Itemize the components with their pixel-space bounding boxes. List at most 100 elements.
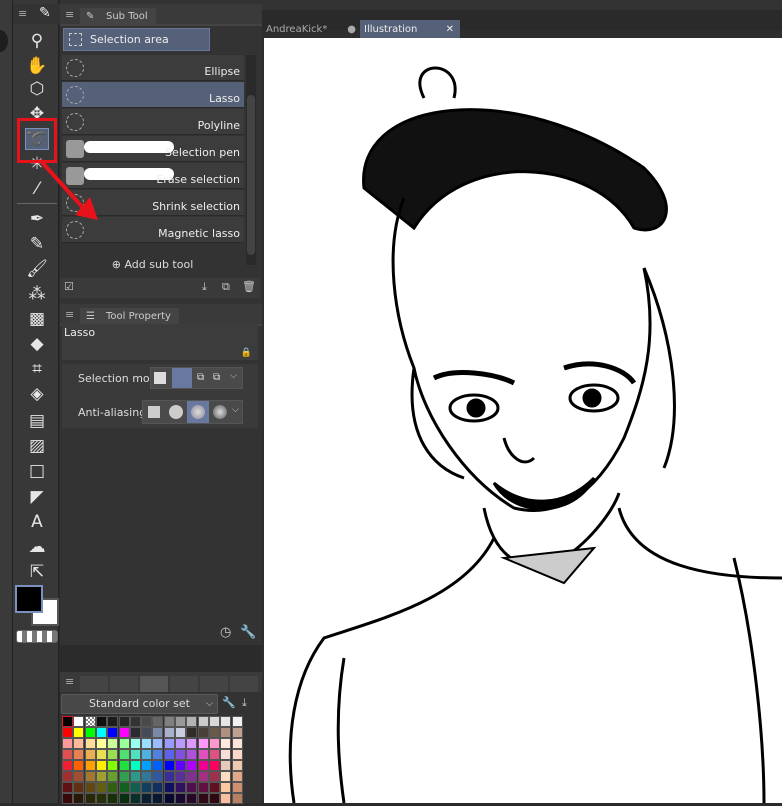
color-swatch[interactable] [175,793,186,804]
color-swatch[interactable] [141,727,153,738]
correct-line-icon[interactable]: ⇱ [25,561,49,583]
color-swatch[interactable] [152,738,164,749]
color-swatch[interactable] [186,782,198,793]
color-swatch[interactable] [118,727,130,738]
color-swatch[interactable] [107,727,119,738]
color-swatch[interactable] [62,738,73,749]
color-swatch[interactable] [220,793,232,804]
color-swatch[interactable] [231,760,243,771]
sub-tool-item[interactable]: Polyline [62,109,244,135]
sub-tool-group-selection-area[interactable]: Selection area [63,28,210,51]
color-swatch[interactable] [84,771,96,782]
color-swatch[interactable] [175,749,186,760]
color-swatch[interactable] [175,727,186,738]
color-swatch[interactable] [129,771,141,782]
aa-medium-icon[interactable] [187,401,209,423]
tab-sub-tool[interactable]: ✎ Sub Tool [80,8,156,26]
color-swatch[interactable] [73,716,85,727]
color-swatch[interactable] [220,716,232,727]
hand-icon[interactable]: ✋ [25,55,49,77]
color-swatch[interactable] [197,727,209,738]
trash-icon[interactable]: 🗑 [242,280,256,293]
color-swatch[interactable] [62,749,73,760]
color-swatch[interactable] [197,749,209,760]
color-swatch[interactable] [107,738,119,749]
color-swatch[interactable] [84,716,96,727]
color-swatch[interactable] [107,760,119,771]
color-swatch[interactable] [231,793,243,804]
color-swatch[interactable] [186,749,198,760]
subtract-selection-icon[interactable]: ⧉ [197,372,204,383]
color-swatch[interactable] [129,727,141,738]
tab-approximate-color[interactable] [200,676,228,692]
intersect-selection-icon[interactable]: ⧉ [213,372,220,383]
color-swatch[interactable] [118,793,130,804]
tab-document-illustration[interactable]: Illustration ✕ [360,20,460,40]
color-swatch[interactable] [62,716,73,727]
color-swatch[interactable] [175,738,186,749]
color-swatch[interactable] [197,760,209,771]
color-swatch[interactable] [129,749,141,760]
menu-icon[interactable]: ≡ [65,8,74,21]
color-swatch[interactable] [208,716,220,727]
color-swatch[interactable] [129,738,141,749]
color-swatch[interactable] [84,727,96,738]
color-swatch[interactable] [141,760,153,771]
color-swatch[interactable] [231,782,243,793]
color-swatch[interactable] [208,749,220,760]
color-swatch[interactable] [152,793,164,804]
decoration-icon[interactable]: ▩ [25,308,49,330]
color-swatch[interactable] [141,716,153,727]
color-swatch[interactable] [163,771,175,782]
pencil-icon[interactable]: ✎ [25,233,49,255]
canvas[interactable] [264,38,782,804]
color-swatch[interactable] [186,793,198,804]
lock-icon[interactable]: 🔒 [241,348,252,358]
color-swatch[interactable] [175,782,186,793]
color-swatch[interactable] [95,771,107,782]
color-swatch[interactable] [175,771,186,782]
color-swatch[interactable] [208,738,220,749]
color-swatch[interactable] [220,771,232,782]
color-swatch[interactable] [208,793,220,804]
color-swatch[interactable] [163,793,175,804]
aa-strong-icon[interactable] [213,405,227,419]
color-swatch[interactable] [84,749,96,760]
tab-color-slider[interactable] [110,676,138,692]
color-swatch[interactable] [118,716,130,727]
color-swatch[interactable] [84,760,96,771]
color-swatch[interactable] [152,727,164,738]
ruler-icon[interactable]: ◤ [25,486,49,508]
color-swatch[interactable] [95,716,107,727]
color-swatch[interactable] [62,760,73,771]
color-swatch[interactable] [95,749,107,760]
wrench-icon[interactable]: 🔧 [240,625,256,640]
reset-icon[interactable]: ◷ [220,625,231,640]
chevron-down-icon[interactable]: ⌵ [230,371,237,381]
color-swatch[interactable] [231,738,243,749]
gradient-icon[interactable]: ▨ [25,435,49,457]
color-swatch[interactable] [73,782,85,793]
close-icon[interactable]: ✕ [446,20,454,40]
color-swatch[interactable] [208,771,220,782]
color-swatch[interactable] [231,727,243,738]
menu-icon[interactable]: ≡ [65,675,74,688]
checkbox-icon[interactable]: ☑ [64,280,74,293]
color-swatch[interactable] [118,771,130,782]
color-swatch[interactable] [186,727,198,738]
download-icon[interactable]: ⤓ [202,280,207,294]
color-swatch[interactable] [231,716,243,727]
color-swatch[interactable] [231,749,243,760]
color-swatch[interactable] [118,749,130,760]
add-selection-icon[interactable] [172,368,192,388]
color-swatch[interactable] [73,749,85,760]
color-swatch[interactable] [220,738,232,749]
color-swatch[interactable] [208,727,220,738]
airbrush-icon[interactable]: ⁂ [25,283,49,305]
sub-tool-item[interactable]: Ellipse [62,55,244,81]
color-swatch[interactable] [208,760,220,771]
aa-none-icon[interactable] [148,406,160,418]
color-swatch[interactable] [141,782,153,793]
aa-weak-icon[interactable] [169,405,183,419]
color-swatch[interactable] [107,782,119,793]
